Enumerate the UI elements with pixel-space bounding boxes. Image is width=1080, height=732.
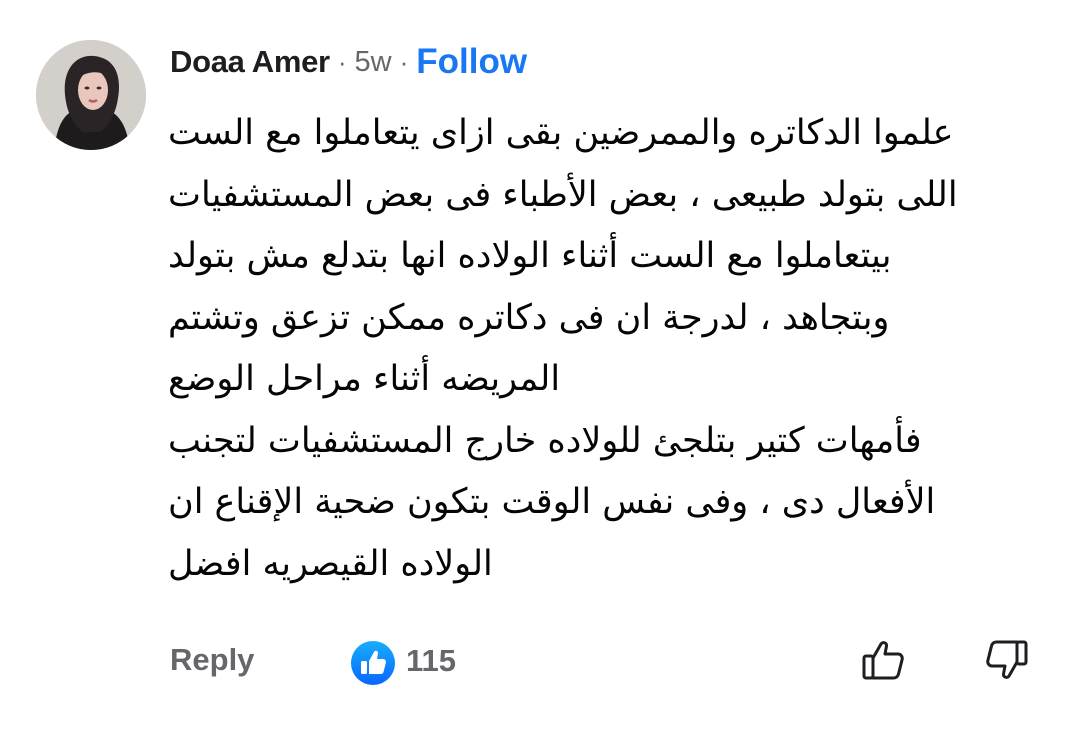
comment-line: الأفعال دى ، وفى نفس الوقت بتكون ضحية ال… [168, 482, 936, 522]
like-count[interactable]: 115 [406, 643, 456, 679]
separator-dot: · [399, 46, 409, 77]
avatar[interactable] [36, 40, 146, 150]
avatar-photo [36, 40, 146, 150]
thumbs-up-outline-icon[interactable] [860, 636, 908, 684]
separator-dot: · [337, 46, 347, 77]
like-badge-icon [350, 640, 396, 690]
author-name[interactable]: Doaa Amer [170, 44, 330, 80]
comment-line: فأمهات كتير بتلجئ للولاده خارج المستشفيا… [168, 420, 922, 461]
timestamp[interactable]: 5w [355, 46, 392, 79]
thumbs-down-outline-icon[interactable] [982, 636, 1030, 684]
reply-button[interactable]: Reply [170, 642, 254, 678]
comment-actions: Reply 115 [170, 630, 1040, 690]
comment-header: Doaa Amer · 5w · Follow [170, 38, 527, 86]
comment-line: وبتجاهد ، لدرجة ان فى دكاتره ممكن تزعق و… [168, 297, 890, 338]
comment-line: علموا الدكاتره والممرضين بقى ازاى يتعامل… [168, 113, 954, 153]
comment-line: بيتعاملوا مع الست أثناء الولاده انها بتد… [168, 236, 892, 276]
comment-line: الولاده القيصريه افضل [168, 543, 493, 584]
follow-button[interactable]: Follow [416, 42, 527, 82]
comment-line: المريضه أثناء مراحل الوضع [168, 359, 572, 399]
comment-line: اللى بتولد طبيعى ، بعض الأطباء فى بعض ال… [168, 174, 958, 215]
comment-text: علموا الدكاتره والممرضين بقى ازاى يتعامل… [168, 103, 1038, 595]
